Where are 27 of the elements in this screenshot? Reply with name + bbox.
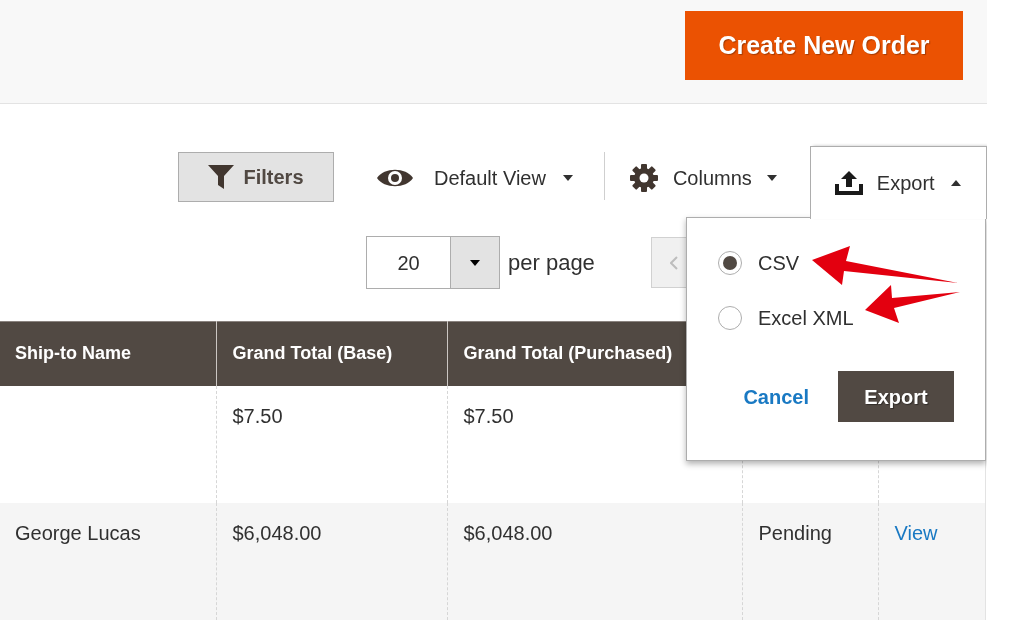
table-cell: George Lucas: [0, 502, 216, 620]
per-page-select[interactable]: 20: [366, 236, 500, 289]
columns-button[interactable]: Columns: [629, 156, 777, 200]
filter-icon: [208, 165, 235, 189]
gear-icon: [629, 164, 658, 192]
export-format-option[interactable]: CSV: [718, 251, 954, 275]
table-cell: $7.50: [216, 385, 447, 503]
cancel-link[interactable]: Cancel: [743, 381, 809, 412]
table-cell: $6,048.00: [447, 502, 742, 620]
table-cell: $6,048.00: [216, 502, 447, 620]
filters-button[interactable]: Filters: [178, 152, 334, 202]
export-submit-button[interactable]: Export: [838, 371, 954, 422]
export-button[interactable]: Export: [809, 146, 987, 219]
caret-down-icon: [470, 259, 480, 266]
create-order-button[interactable]: Create New Order: [685, 11, 963, 80]
view-switcher-button[interactable]: Default View: [377, 156, 573, 200]
chevron-left-icon: [670, 255, 678, 270]
column-header[interactable]: Ship-to Name: [0, 321, 216, 386]
per-page-label: per page: [508, 249, 595, 277]
upload-icon: [834, 171, 863, 195]
radio-button[interactable]: [718, 251, 742, 275]
table-cell: Pending: [742, 502, 878, 620]
eye-icon: [377, 167, 413, 189]
radio-button[interactable]: [718, 306, 742, 330]
previous-page-button[interactable]: [651, 237, 686, 288]
column-header[interactable]: Grand Total (Base): [216, 321, 447, 386]
view-link[interactable]: View: [894, 521, 938, 544]
